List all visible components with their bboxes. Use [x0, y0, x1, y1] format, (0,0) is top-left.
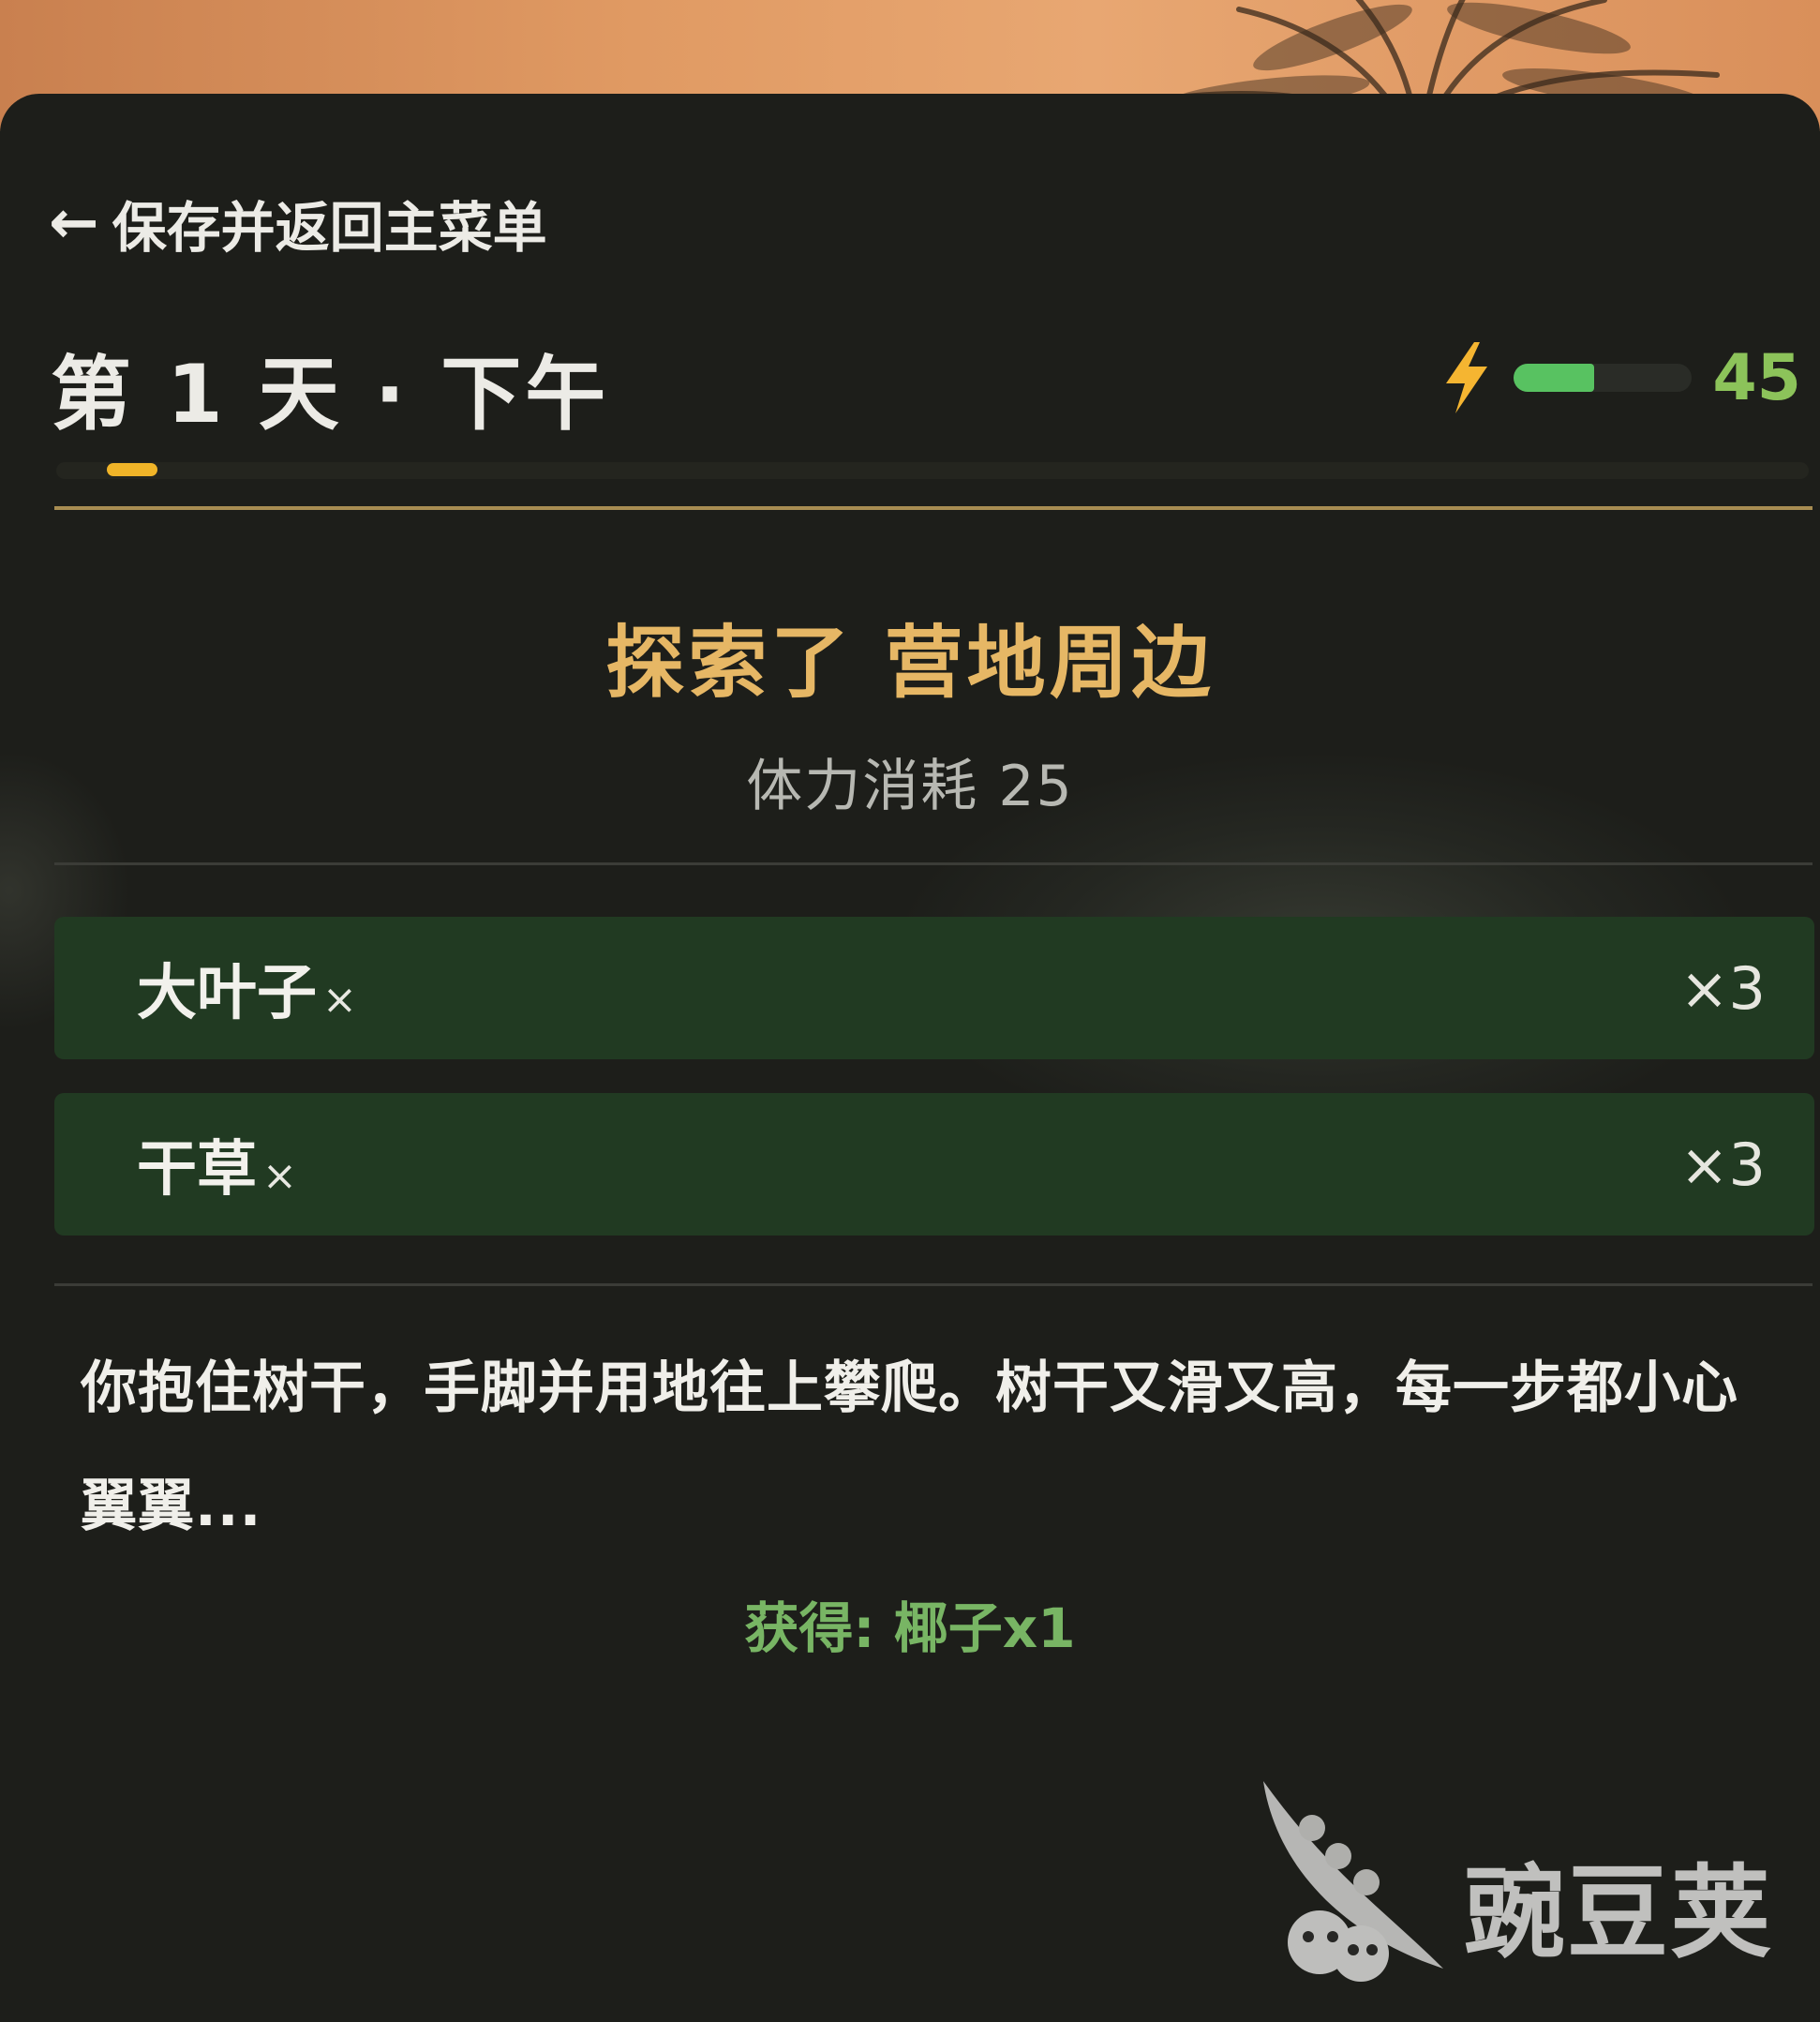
- item-row-hay[interactable]: 干草 × ×3: [54, 1093, 1814, 1236]
- stamina-display: 45: [1440, 337, 1801, 418]
- items-bottom-divider: [54, 1283, 1813, 1286]
- save-and-return-label: 保存并返回主菜单: [112, 196, 547, 260]
- lightning-icon: [1440, 340, 1493, 415]
- item-name: 大叶子 ×: [137, 959, 357, 1028]
- item-quantity: ×3: [1679, 1130, 1766, 1199]
- stamina-bar-fill: [1514, 364, 1594, 392]
- stamina-bar: [1514, 364, 1693, 392]
- stamina-value: 45: [1712, 340, 1801, 415]
- items-top-divider: [54, 862, 1813, 865]
- narrative-text: 你抱住树干，手脚并用地往上攀爬。树干又滑又高，每一步都小心翼翼...: [81, 1355, 1738, 1539]
- stamina-cost: 体力消耗 25: [746, 754, 1074, 819]
- day-progress-marker: [107, 463, 157, 476]
- watermark-text: 豌豆荚: [1464, 1855, 1774, 1972]
- back-arrow-icon: ←: [49, 188, 99, 258]
- reward-text: 获得: 椰子x1: [744, 1596, 1076, 1660]
- watermark: 豌豆荚: [1246, 1772, 1790, 1987]
- item-quantity: ×3: [1679, 953, 1766, 1023]
- item-row-big-leaf[interactable]: 大叶子 × ×3: [54, 917, 1814, 1059]
- item-name: 干草 ×: [137, 1135, 297, 1205]
- save-and-return-button[interactable]: ← 保存并返回主菜单: [49, 186, 547, 261]
- event-title: 探索了 营地周边: [605, 617, 1215, 709]
- header-divider: [54, 506, 1813, 510]
- day-time-title: 第 1 天 · 下午: [51, 348, 610, 442]
- pea-pod-logo: [1263, 1781, 1443, 1982]
- day-progress-track: [56, 462, 1809, 479]
